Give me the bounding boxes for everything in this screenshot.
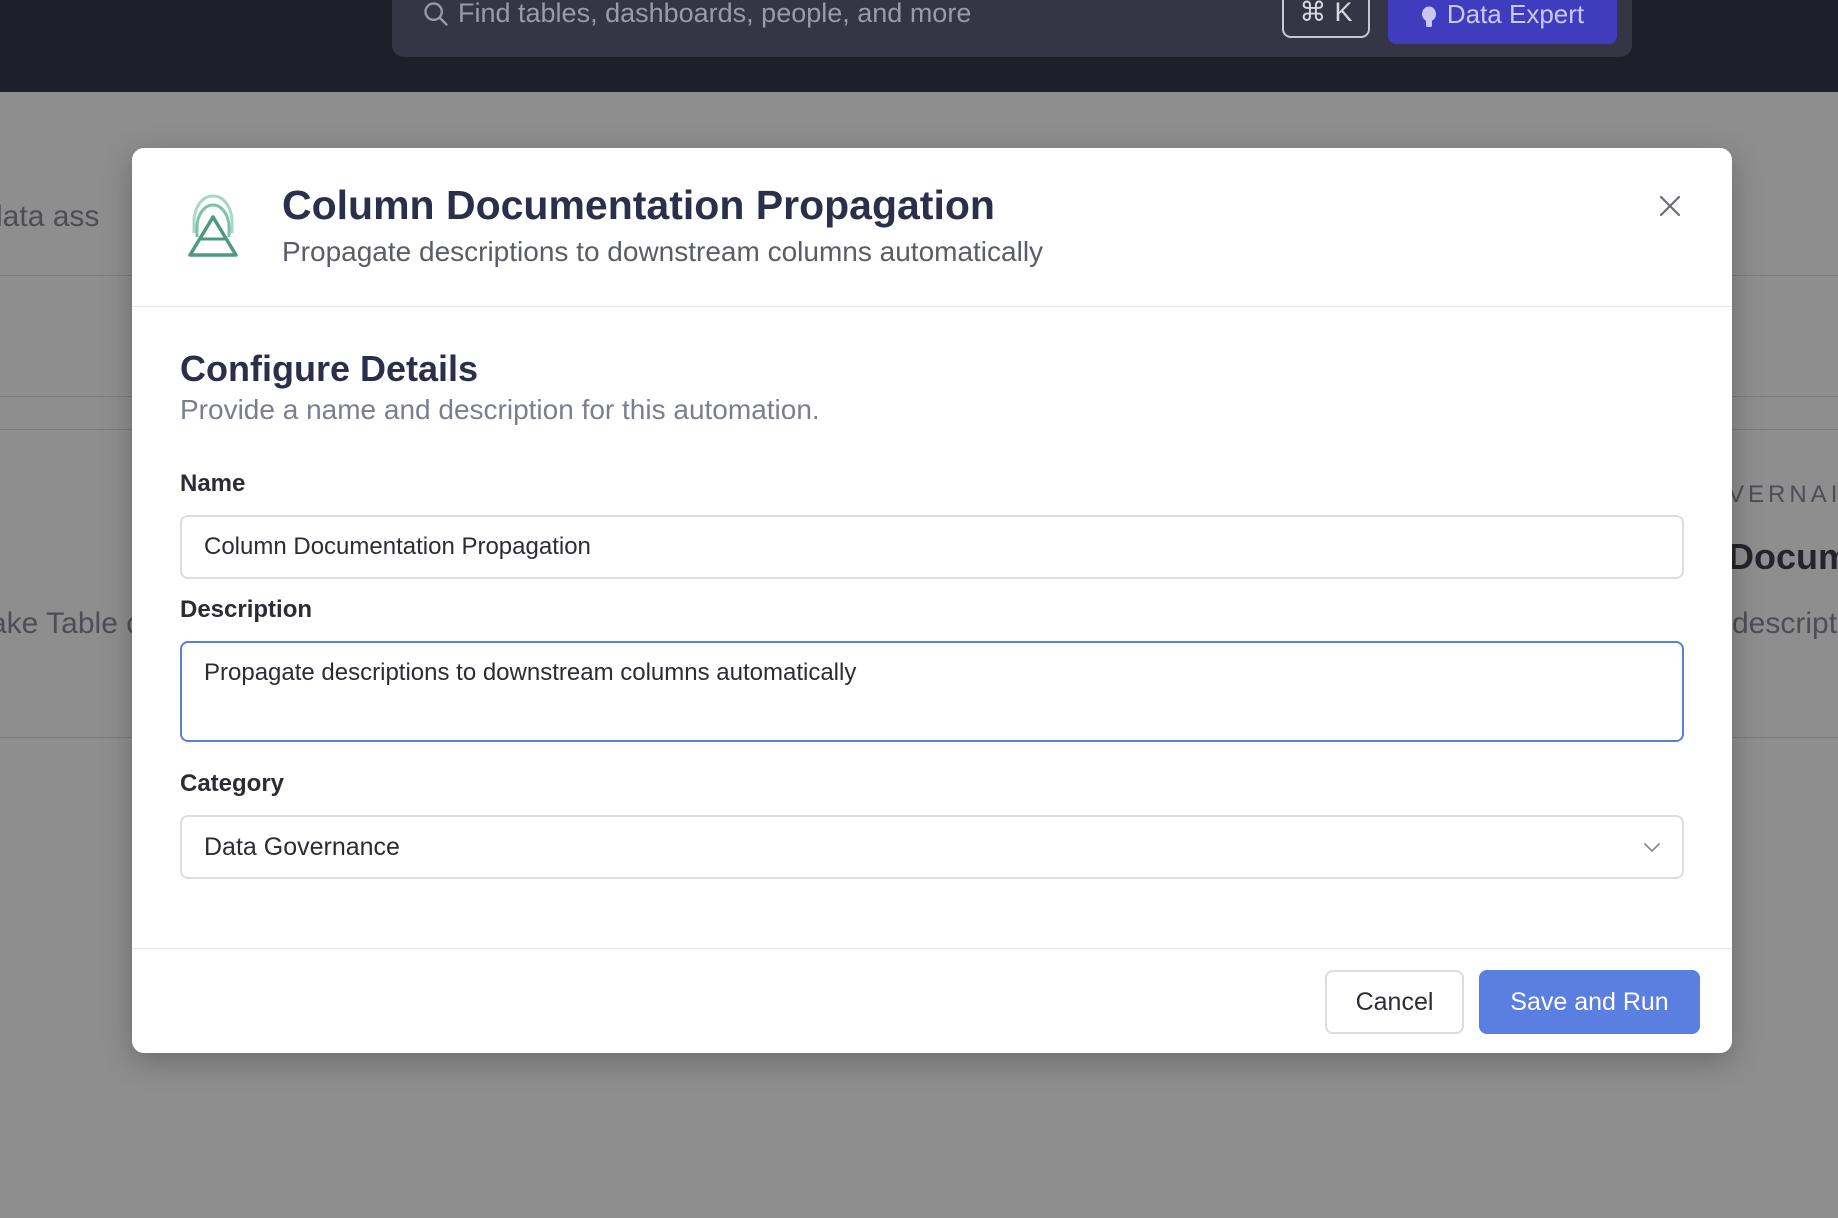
lightbulb-icon	[1421, 6, 1436, 27]
category-label: Category	[180, 770, 285, 797]
save-and-run-button[interactable]: Save and Run	[1479, 970, 1700, 1034]
top-bar: Find tables, dashboards, people, and mor…	[0, 0, 1838, 92]
global-search-box[interactable]: Find tables, dashboards, people, and mor…	[392, 0, 1632, 57]
chevron-down-icon	[1644, 843, 1660, 852]
automation-config-modal: Column Documentation Propagation Propaga…	[132, 148, 1732, 1053]
name-input[interactable]	[180, 515, 1684, 579]
data-expert-label: Data Expert	[1446, 0, 1585, 29]
category-selected-value: Data Governance	[204, 832, 400, 861]
close-button[interactable]	[1650, 186, 1690, 226]
description-textarea[interactable]: Propagate descriptions to downstream col…	[180, 641, 1684, 742]
close-icon	[1659, 195, 1681, 217]
modal-header: Column Documentation Propagation Propaga…	[132, 148, 1732, 307]
modal-footer: Cancel Save and Run	[132, 948, 1732, 1053]
name-label: Name	[180, 470, 246, 497]
search-icon	[424, 2, 448, 26]
search-placeholder: Find tables, dashboards, people, and mor…	[458, 0, 972, 28]
description-label: Description	[180, 596, 313, 623]
keyboard-shortcut-badge: ⌘ K	[1282, 0, 1370, 38]
modal-subtitle: Propagate descriptions to downstream col…	[282, 236, 1044, 267]
command-key-icon: ⌘	[1299, 0, 1327, 27]
data-expert-button[interactable]: Data Expert	[1388, 0, 1617, 44]
category-select[interactable]: Data Governance	[180, 815, 1684, 879]
section-subtitle: Provide a name and description for this …	[180, 394, 820, 425]
section-title: Configure Details	[180, 348, 479, 389]
automation-logo-icon	[188, 194, 238, 257]
shortcut-key-label: K	[1334, 0, 1353, 27]
cancel-button[interactable]: Cancel	[1325, 970, 1464, 1034]
modal-title: Column Documentation Propagation	[282, 182, 995, 228]
